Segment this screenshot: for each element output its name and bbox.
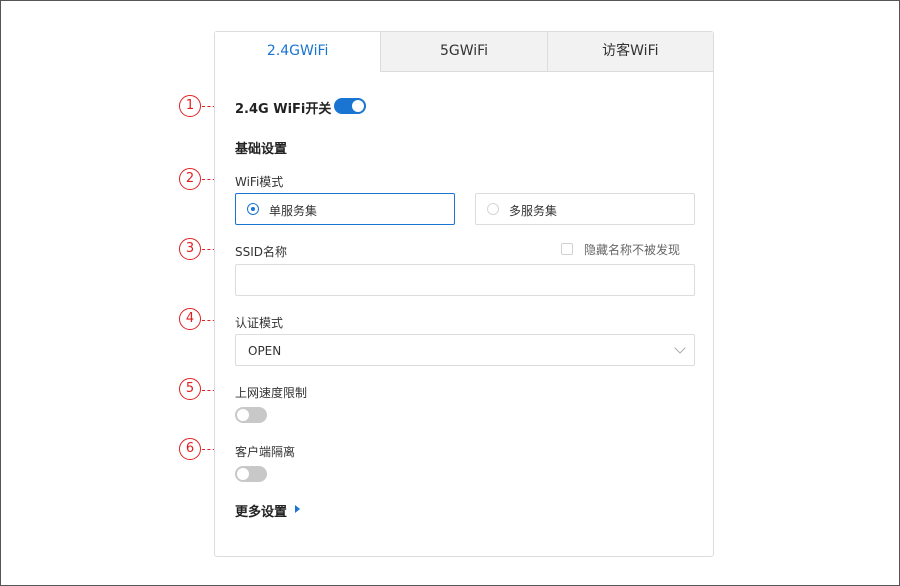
auth-mode-select[interactable]: OPEN xyxy=(235,334,695,366)
auth-mode-label: 认证模式 xyxy=(235,316,284,330)
tab-5g-wifi[interactable]: 5GWiFi xyxy=(380,32,546,71)
wifi-switch-toggle[interactable] xyxy=(334,98,366,114)
marker-5: 5 xyxy=(179,378,201,400)
chevron-down-icon xyxy=(674,342,686,354)
more-settings-link[interactable]: 更多设置 xyxy=(235,501,287,520)
client-isolation-label: 客户端隔离 xyxy=(235,445,296,459)
toggle-knob xyxy=(237,409,249,421)
basic-settings-heading: 基础设置 xyxy=(235,142,288,157)
wifi-mode-option-single[interactable]: 单服务集 xyxy=(235,193,455,225)
toggle-knob xyxy=(352,100,364,112)
tab-guest-wifi[interactable]: 访客WiFi xyxy=(546,32,713,71)
wifi-mode-option-label: 多服务集 xyxy=(509,204,558,218)
ssid-input[interactable] xyxy=(235,264,695,296)
toggle-knob xyxy=(237,468,249,480)
wifi-settings-card: 2.4GWiFi 5GWiFi 访客WiFi 2.4G WiFi开关 基础设置 … xyxy=(214,31,714,557)
radio-selected-icon xyxy=(247,203,259,215)
marker-2: 2 xyxy=(179,168,201,190)
marker-3: 3 xyxy=(179,238,201,260)
radio-unselected-icon xyxy=(487,203,499,215)
speed-limit-toggle[interactable] xyxy=(235,407,267,423)
auth-mode-value: OPEN xyxy=(248,344,282,358)
marker-6: 6 xyxy=(179,438,201,460)
wifi-mode-option-label: 单服务集 xyxy=(269,204,318,218)
hide-ssid-checkbox[interactable] xyxy=(561,243,573,255)
wifi-switch-label: 2.4G WiFi开关 xyxy=(235,102,332,117)
speed-limit-label: 上网速度限制 xyxy=(235,386,308,400)
wifi-mode-label: WiFi模式 xyxy=(235,175,284,189)
marker-1: 1 xyxy=(179,95,201,117)
hide-ssid-label: 隐藏名称不被发现 xyxy=(584,243,681,257)
triangle-right-icon xyxy=(295,505,300,513)
client-isolation-toggle[interactable] xyxy=(235,466,267,482)
tab-bar: 2.4GWiFi 5GWiFi 访客WiFi xyxy=(215,32,713,72)
marker-4: 4 xyxy=(179,308,201,330)
ssid-label: SSID名称 xyxy=(235,245,288,259)
wifi-mode-option-multi[interactable]: 多服务集 xyxy=(475,193,695,225)
tab-2-4g-wifi[interactable]: 2.4GWiFi xyxy=(215,32,381,72)
